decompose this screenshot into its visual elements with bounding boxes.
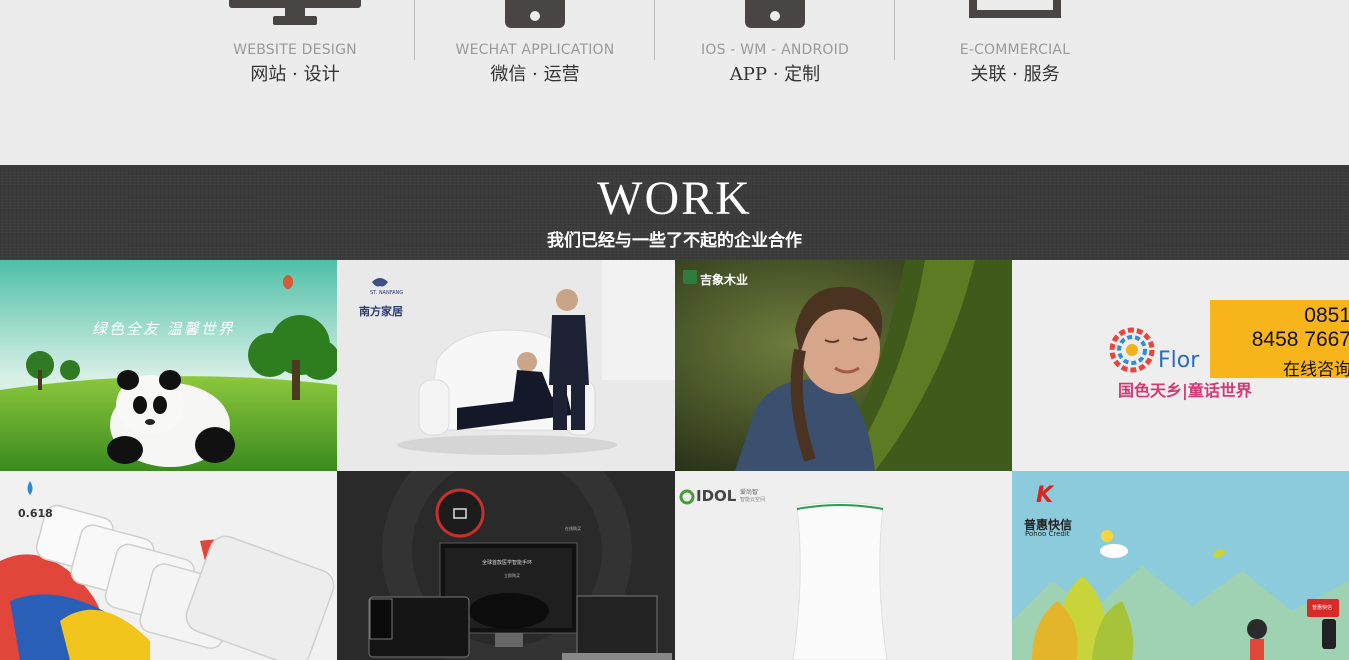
tile-brand: 南方家居 — [359, 305, 403, 318]
portfolio-tile-pohoo[interactable]: K 普惠快信 Pohoo Credit 普惠快信 — [1012, 471, 1349, 660]
work-title: WORK — [597, 172, 752, 225]
service-e-commercial[interactable]: E-COMMERCIAL 关联 · 服务 — [895, 0, 1135, 90]
tile-brand-small: ST. NANFANG — [370, 290, 404, 296]
service-cn-label: APP · 定制 — [729, 64, 821, 85]
online-consult-label[interactable]: 在线咨询 — [1283, 355, 1349, 378]
service-en-label: WECHAT APPLICATION — [455, 42, 615, 58]
shop-icon — [969, 0, 1061, 18]
panda-image — [0, 260, 337, 471]
monitor-icon — [229, 0, 361, 25]
screen-side-text: 在线购买 — [565, 526, 581, 531]
smartphone-icon — [745, 0, 805, 28]
service-en-label: IOS - WM - ANDROID — [701, 42, 849, 58]
service-cn-label: 关联 · 服务 — [970, 64, 1060, 85]
portfolio-tile-idol[interactable]: IDOL 爱尚智 智能云空间 — [675, 471, 1012, 660]
contact-phone-area: 0851 — [1304, 304, 1349, 327]
phone-icon — [505, 0, 565, 28]
service-en-label: WEBSITE DESIGN — [233, 42, 357, 58]
services-strip: WEBSITE DESIGN 网站 · 设计 WECHAT APPLICATIO… — [0, 0, 1349, 165]
service-app-custom[interactable]: IOS - WM - ANDROID APP · 定制 — [655, 0, 895, 90]
service-wechat-application[interactable]: WECHAT APPLICATION 微信 · 运营 — [415, 0, 655, 90]
service-website-design[interactable]: WEBSITE DESIGN 网站 · 设计 — [175, 0, 415, 90]
tile-brand: IDOL — [696, 487, 737, 505]
service-cn-label: 微信 · 运营 — [490, 64, 580, 85]
work-subtitle: 我们已经与一些了不起的企业合作 — [547, 231, 802, 251]
work-banner: WORK 我们已经与一些了不起的企业合作 — [0, 165, 1349, 260]
portfolio-tile-nanfang[interactable]: 南方家居 ST. NANFANG — [337, 260, 675, 471]
tile-brand-mark: K — [1036, 483, 1054, 508]
tile-brand-small: 智能云空间 — [740, 497, 766, 503]
portfolio-tile-healthband[interactable]: 全球首款医学智能手环 立即购买 在线购买 — [337, 471, 675, 660]
tile-brand-cn: 爱尚智 — [740, 489, 759, 496]
tile-slogan: 国色天乡|童话世界 — [1118, 381, 1252, 400]
service-cn-label: 网站 · 设计 — [250, 64, 340, 85]
girl-tree-image — [675, 260, 1012, 471]
screen-text: 全球首款医学智能手环 — [482, 560, 533, 566]
screen-button: 立即购买 — [504, 573, 520, 578]
switch-panels-image — [0, 471, 337, 660]
portfolio-tile-jixiang[interactable]: 吉象木业 — [675, 260, 1012, 471]
contact-phone-number: 8458 7667 — [1251, 328, 1349, 351]
pohoo-illustration-image — [1012, 471, 1349, 660]
tile-caption: 绿色全友 温馨世界 — [92, 320, 235, 338]
portfolio-tile-quanyou[interactable]: 绿色全友 温馨世界 — [0, 260, 337, 471]
tile-brand-small: Pohoo Credit — [1025, 530, 1070, 538]
tile-brand: 吉象木业 — [700, 273, 749, 287]
online-consult-widget[interactable]: 0851 8458 7667 在线咨询 — [1210, 300, 1349, 378]
tile-brand: 0.618 — [18, 507, 53, 520]
service-en-label: E-COMMERCIAL — [959, 42, 1071, 58]
tile-corner-text: 普惠快信 — [1312, 605, 1333, 611]
tile-brand-latin: Flor — [1158, 348, 1200, 373]
portfolio-tile-0618[interactable]: 0.618 — [0, 471, 337, 660]
